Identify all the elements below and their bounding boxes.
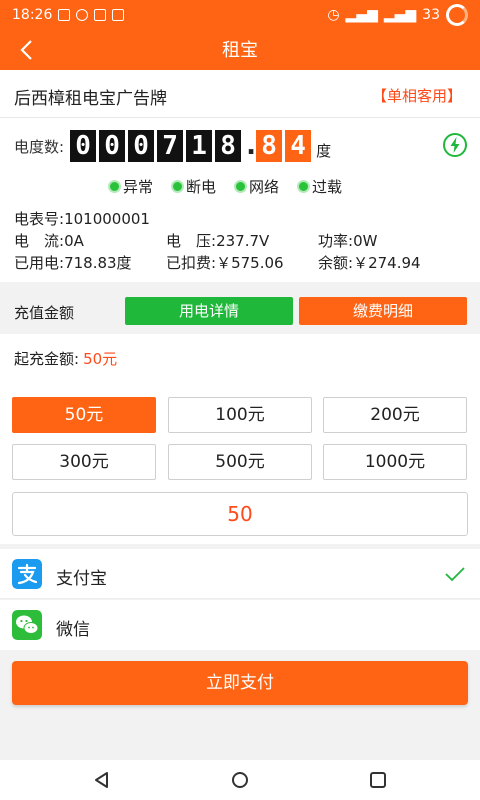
pay-now-button[interactable]: 立即支付 <box>12 661 468 705</box>
meter-decimal-digit: 8 <box>256 130 283 162</box>
divider <box>0 598 480 599</box>
status-abnormal: 异常 <box>108 176 153 197</box>
shop-name: 后西樟租电宝广告牌 <box>14 89 167 109</box>
meter-decimal-digit: 4 <box>285 130 312 162</box>
meter-label: 电度数: <box>14 137 65 156</box>
amount-option-100[interactable]: 100元 <box>168 397 312 433</box>
min-amount: 起充金额: 50元 <box>14 348 117 369</box>
power-lightning-icon[interactable] <box>442 132 468 158</box>
current-label: 电 流: <box>14 232 65 250</box>
balance-value: ￥274.94 <box>353 254 421 272</box>
status-network: 网络 <box>234 176 279 197</box>
shop-row: 后西樟租电宝广告牌 【单相客用】 <box>0 70 480 118</box>
amount-option-1000[interactable]: 1000元 <box>323 444 467 480</box>
battery-icon <box>446 4 468 26</box>
amount-option-50[interactable]: 50元 <box>12 397 156 433</box>
status-dot-icon <box>297 180 311 193</box>
power-value: 0W <box>353 232 378 250</box>
battery-level: 33 <box>422 7 440 23</box>
signal-icon-2: ▂▄▆ <box>383 7 417 23</box>
payment-detail-button[interactable]: 缴费明细 <box>299 297 467 325</box>
deducted-value: ￥575.06 <box>216 254 284 272</box>
payment-option-wechat[interactable]: 微信 <box>0 600 480 650</box>
recharge-label: 充值金额 <box>14 304 75 322</box>
system-nav-bar <box>0 760 480 800</box>
amount-input[interactable]: 50 <box>12 492 468 536</box>
meter-digit: 0 <box>70 130 97 162</box>
status-dot-icon <box>108 180 121 193</box>
current-value: 0A <box>64 232 84 250</box>
usage-detail-button[interactable]: 用电详情 <box>125 297 293 325</box>
meter-digit: 1 <box>186 130 213 162</box>
meter-digit: 7 <box>157 130 184 162</box>
meter-reading: 电度数: 0 0 0 7 1 8 . 8 4 度 <box>14 130 331 162</box>
payment-option-alipay[interactable]: 支付宝 <box>0 549 480 599</box>
payment-label-alipay: 支付宝 <box>56 569 107 589</box>
alipay-icon <box>12 559 42 589</box>
voltage-label: 电 压: <box>166 232 217 250</box>
meter-digit: 8 <box>215 130 242 162</box>
shop-type-tag: 【单相客用】 <box>371 87 462 105</box>
message-icon <box>76 9 89 21</box>
page-title: 租宝 <box>222 40 258 61</box>
meter-decimal-point: . <box>246 131 256 161</box>
recents-square-icon[interactable] <box>368 770 388 790</box>
check-icon <box>445 567 465 582</box>
status-dot-icon <box>234 180 248 193</box>
amount-option-500[interactable]: 500元 <box>168 444 312 480</box>
min-amount-label: 起充金额: <box>14 350 80 368</box>
amount-option-200[interactable]: 200元 <box>323 397 467 433</box>
status-power-off: 断电 <box>171 176 216 197</box>
min-amount-value: 50元 <box>83 350 118 368</box>
notification-icon <box>58 9 71 21</box>
meter-digit: 0 <box>128 130 155 162</box>
meter-digit: 0 <box>99 130 126 162</box>
amount-option-300[interactable]: 300元 <box>12 444 156 480</box>
signal-icon: ▂▄▆ <box>345 7 378 23</box>
nav-bar: 租宝 <box>0 30 480 70</box>
status-legend: 异常 断电 网络 过载 <box>108 176 342 197</box>
meter-card: 后西樟租电宝广告牌 【单相客用】 电度数: 0 0 0 7 1 8 . 8 4 … <box>0 70 480 282</box>
meter-unit: 度 <box>316 141 332 160</box>
balance-label: 余额: <box>318 254 354 272</box>
power-label: 功率: <box>318 232 354 250</box>
meter-info: 电表号: 101000001 电 流:0A 电 压:237.7V 功率:0W 已… <box>14 208 421 274</box>
meter-no-value: 101000001 <box>64 210 150 228</box>
used-label: 已用电: <box>14 254 65 272</box>
used-value: 718.83度 <box>64 254 132 272</box>
jd-icon <box>112 9 125 21</box>
status-overload: 过载 <box>297 176 342 197</box>
alarm-icon: ◷ <box>327 7 340 23</box>
voltage-value: 237.7V <box>216 232 270 250</box>
back-triangle-icon[interactable] <box>92 770 112 790</box>
payment-label-wechat: 微信 <box>56 620 90 640</box>
status-bar: 18:26 ◷ ▂▄▆ ▂▄▆ 33 <box>0 0 480 30</box>
status-time: 18:26 <box>12 7 53 23</box>
app-icon <box>94 9 107 21</box>
home-circle-icon[interactable] <box>230 770 250 790</box>
meter-no-label: 电表号: <box>14 210 65 228</box>
amount-panel: 起充金额: 50元 50元 100元 200元 300元 500元 1000元 5… <box>0 334 480 544</box>
wechat-icon <box>12 610 42 640</box>
deducted-label: 已扣费: <box>166 254 217 272</box>
recharge-header: 充值金额 用电详情 缴费明细 <box>0 290 480 334</box>
status-dot-icon <box>171 180 185 193</box>
